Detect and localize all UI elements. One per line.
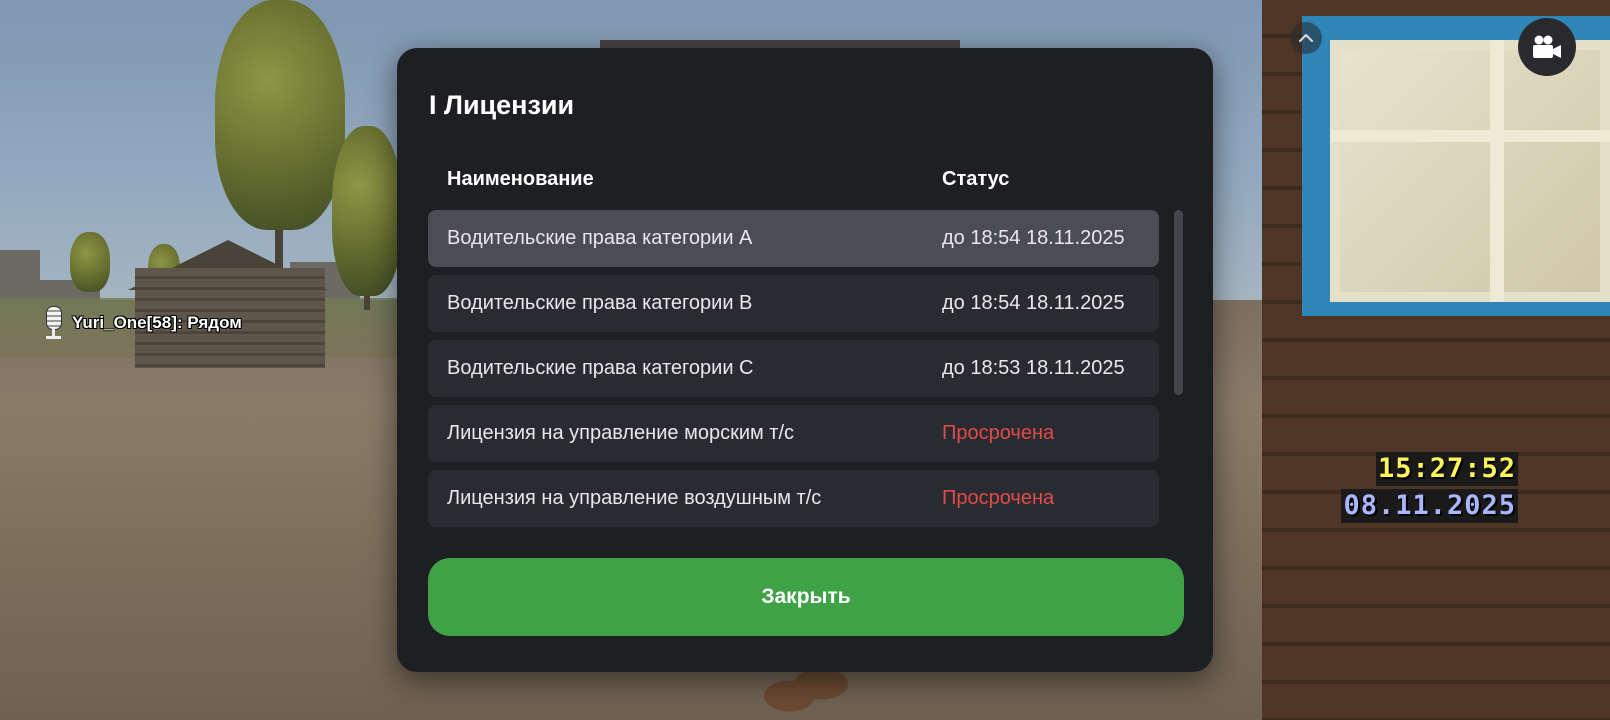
- license-list[interactable]: Водительские права категории A до 18:54 …: [428, 210, 1159, 570]
- license-status: Просрочена: [942, 422, 1055, 444]
- microphone-icon: [42, 306, 64, 340]
- dialog-title: I Лицензии: [429, 90, 575, 120]
- column-header-name: Наименование: [447, 168, 594, 190]
- license-row[interactable]: Водительские права категории B до 18:54 …: [428, 275, 1159, 332]
- license-name: Лицензия на управление морским т/с: [447, 422, 795, 444]
- tree: [215, 0, 345, 230]
- license-row[interactable]: Лицензия на управление морским т/с Проср…: [428, 405, 1159, 462]
- license-row[interactable]: Лицензия на управление воздушным т/с Про…: [428, 470, 1159, 527]
- license-row[interactable]: Водительские права категории C до 18:53 …: [428, 340, 1159, 397]
- video-camera-icon: [1533, 35, 1561, 58]
- collapse-button[interactable]: [1290, 22, 1322, 54]
- window: [1330, 40, 1610, 302]
- license-name: Водительские права категории A: [447, 227, 753, 249]
- tree: [70, 232, 110, 292]
- window-mullion: [1490, 40, 1504, 302]
- camera-button[interactable]: [1518, 18, 1576, 76]
- license-status: до 18:54 18.11.2025: [942, 227, 1125, 249]
- voice-chat-indicator: Yuri_One[58]: Рядом: [42, 306, 242, 340]
- clock-date: 08.11.2025: [1341, 489, 1518, 523]
- license-status: до 18:54 18.11.2025: [942, 292, 1125, 314]
- clock-time: 15:27:52: [1375, 452, 1518, 486]
- voice-chat-text: Yuri_One[58]: Рядом: [72, 313, 242, 332]
- license-status: до 18:53 18.11.2025: [942, 357, 1125, 379]
- window-transom: [1330, 130, 1610, 142]
- license-name: Водительские права категории B: [447, 292, 753, 314]
- license-row[interactable]: Водительские права категории A до 18:54 …: [428, 210, 1159, 267]
- tree: [332, 126, 402, 296]
- license-name: Лицензия на управление воздушным т/с: [447, 487, 822, 509]
- license-name: Водительские права категории C: [447, 357, 754, 379]
- licenses-dialog: I Лицензии Наименование Статус Водительс…: [397, 48, 1213, 672]
- license-status: Просрочена: [942, 487, 1055, 509]
- list-scrollbar[interactable]: [1174, 210, 1183, 395]
- column-header-status: Статус: [942, 168, 1010, 190]
- close-button[interactable]: Закрыть: [428, 558, 1184, 636]
- clock: 15:27:52 08.11.2025: [1341, 452, 1518, 526]
- chevron-up-icon: [1298, 33, 1314, 43]
